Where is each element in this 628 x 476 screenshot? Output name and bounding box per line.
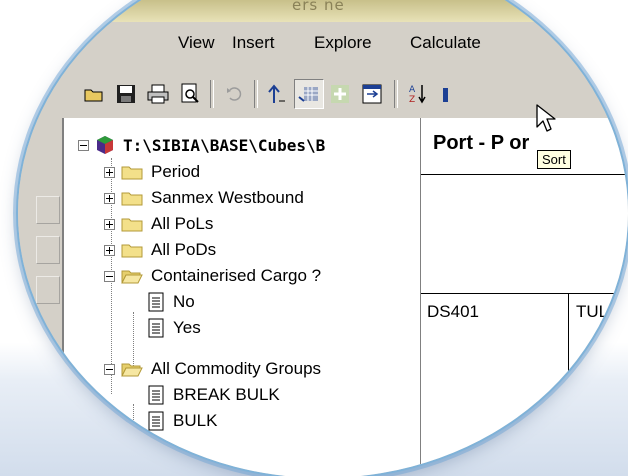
tree-item-label: Containerised Cargo ? [151,266,322,285]
sort-icon[interactable]: AZ [404,80,432,108]
svg-text:Z: Z [409,95,415,105]
document-icon [148,318,164,338]
document-icon [148,385,164,405]
table-row: DS401 TUL [421,294,628,476]
pivot-icon[interactable] [294,79,324,109]
tree-item-containerised-cargo[interactable]: Containerised Cargo ? [104,263,321,289]
tree-item-label: BULK [173,411,218,430]
gutter-button[interactable] [36,276,60,304]
gutter-button[interactable] [36,196,60,224]
drill-up-icon[interactable] [262,80,290,108]
screenshot-stage: ers ne View Insert Explore Calculate A Z… [0,0,628,476]
open-folder-icon [121,363,143,377]
tree-root-label: T:\SIBIA\BASE\Cubes\B [123,135,326,155]
undo-icon[interactable] [220,80,248,108]
tree-item-all-pods[interactable]: All PoDs [104,237,216,263]
tree-item-no[interactable]: No [148,289,195,315]
tree-item-label: Yes [173,318,201,337]
tree-item-all-pols[interactable]: All PoLs [104,211,213,237]
tree-item-label: Sanmex Westbound [151,188,304,207]
application-window: ers ne View Insert Explore Calculate A Z… [18,0,628,476]
data-grid: Port - P or DS401 TUL [420,118,628,476]
title-bar: ers ne [18,0,628,22]
expand-toggle[interactable] [104,166,115,178]
tree-item-break-bulk[interactable]: BREAK BULK [148,382,280,408]
tree-item-period[interactable]: Period [104,159,200,185]
open-folder-icon [121,270,143,284]
expand-icon[interactable] [326,80,354,108]
gutter-button[interactable] [36,236,60,264]
tree-item-label: All Commodity Groups [151,359,322,378]
menu-calculate[interactable]: Calculate [410,33,481,53]
expand-toggle[interactable] [104,218,115,230]
tree-item-bulk[interactable]: BULK [148,408,217,434]
menu-view[interactable]: View [178,33,215,53]
tree-item-label: All PoLs [151,214,214,233]
magnifier-lens: ers ne View Insert Explore Calculate A Z… [18,0,628,476]
document-icon [148,292,164,312]
tree-item-label: No [173,292,195,311]
open-icon[interactable] [80,80,108,108]
tree-item-label: Period [151,162,201,181]
save-icon[interactable] [112,80,140,108]
left-panel-gutter [18,118,62,476]
grid-header: Port - P or [421,118,628,175]
grid-cell[interactable]: TUL [570,294,628,476]
folder-icon [121,166,143,180]
folder-icon [121,192,143,206]
tree-item-yes[interactable]: Yes [148,315,201,341]
grid-cell[interactable]: DS401 [421,294,569,476]
dimension-tree: T:\SIBIA\BASE\Cubes\B Period Sanmex West… [62,118,422,476]
tree-item-sanmex-westbound[interactable]: Sanmex Westbound [104,185,304,211]
expand-toggle[interactable] [104,192,115,204]
document-icon [148,411,164,431]
mouse-pointer-icon [536,104,556,132]
collapse-toggle[interactable] [104,363,115,375]
print-icon[interactable] [144,80,172,108]
menu-insert[interactable]: Insert [232,33,275,53]
grid-column-header-band [421,175,628,294]
chart-icon[interactable] [436,80,464,108]
collapse-toggle[interactable] [78,139,89,151]
tree-item-all-commodity-groups[interactable]: All Commodity Groups [104,356,321,382]
cube-icon [97,136,113,154]
sort-tooltip: Sort [537,150,571,169]
tree-item-label: All PoDs [151,240,217,259]
tree-root[interactable]: T:\SIBIA\BASE\Cubes\B [78,132,325,158]
menu-bar: View Insert Explore Calculate [18,22,628,68]
grid-title: Port - P or [433,132,530,154]
svg-text:A: A [409,85,416,95]
tree-item-label: BREAK BULK [173,385,280,404]
collapse-toggle[interactable] [104,270,115,282]
print-preview-icon[interactable] [176,80,204,108]
folder-icon [121,244,143,258]
expand-toggle[interactable] [104,244,115,256]
folder-icon [121,218,143,232]
swap-icon[interactable] [358,80,386,108]
window-title: ers ne [292,0,345,14]
menu-explore[interactable]: Explore [314,33,372,53]
